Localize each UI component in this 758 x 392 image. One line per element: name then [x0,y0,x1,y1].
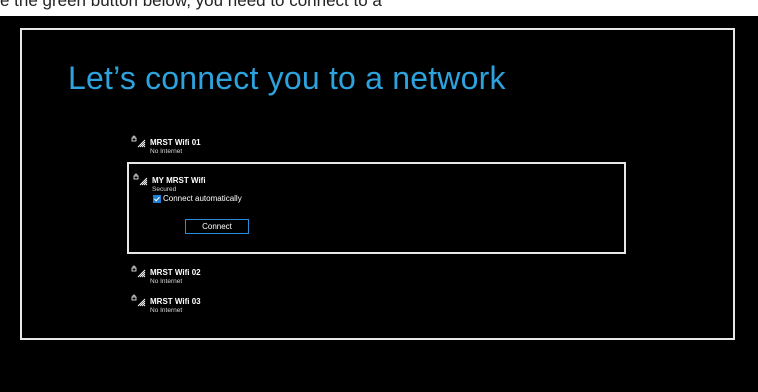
page-title: Let’s connect you to a network [68,60,506,96]
checkmark-icon [154,196,160,202]
wifi-secured-icon [131,294,147,308]
network-name: MY MRST Wifi [152,176,206,185]
wifi-secured-icon [133,173,149,187]
network-name: MRST Wifi 03 [150,297,201,306]
network-status: Secured [152,186,177,193]
network-item-mrst-wifi-01[interactable]: MRST Wifi 01 No Internet [131,135,431,163]
network-name: MRST Wifi 02 [150,268,201,277]
connect-button[interactable]: Connect [185,219,249,234]
wifi-secured-icon [131,135,147,149]
network-name: MRST Wifi 01 [150,138,201,147]
network-status: No Internet [150,278,183,285]
instruction-text: e the green button below, you need to co… [0,0,382,10]
auto-connect-checkbox[interactable] [153,195,161,203]
auto-connect-label: Connect automatically [163,194,242,203]
wifi-secured-icon [131,265,147,279]
network-status: No Internet [150,307,183,314]
instruction-strip: e the green button below, you need to co… [0,0,758,16]
network-item-mrst-wifi-02[interactable]: MRST Wifi 02 No Internet [131,265,431,293]
network-item-mrst-wifi-03[interactable]: MRST Wifi 03 No Internet [131,294,431,322]
network-status: No Internet [150,148,183,155]
selected-network-panel[interactable]: MY MRST Wifi Secured Connect automatical… [127,162,626,254]
